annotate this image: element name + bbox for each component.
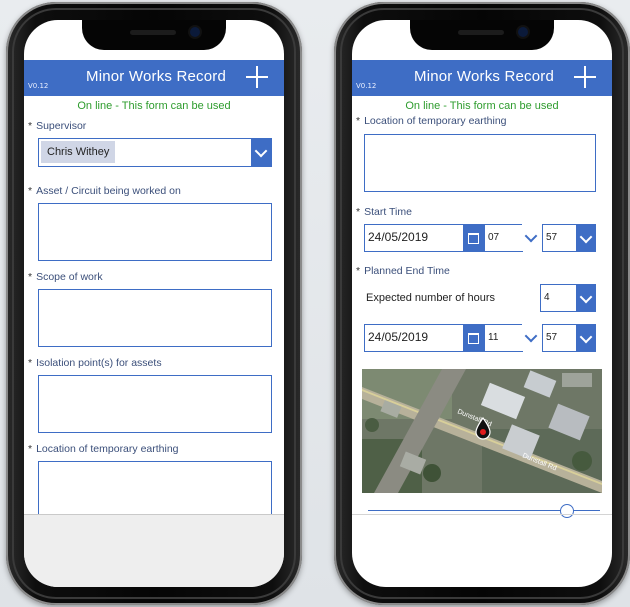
supervisor-dropdown[interactable]: Chris Withey xyxy=(38,138,272,167)
earthing-input[interactable] xyxy=(364,134,596,192)
asset-input[interactable] xyxy=(38,203,272,261)
end-minute-value: 57 xyxy=(546,332,558,343)
phone-notch xyxy=(82,20,226,50)
start-hour-dropdown[interactable]: 07 xyxy=(484,224,523,252)
end-hour-dropdown[interactable]: 11 xyxy=(484,324,523,352)
calendar-icon[interactable] xyxy=(463,225,483,251)
start-minute-value: 57 xyxy=(546,232,558,243)
phone-left: V0.12 Minor Works Record On line - This … xyxy=(6,2,302,605)
scope-input[interactable] xyxy=(38,289,272,347)
start-time-label: * Start Time xyxy=(356,206,412,218)
version-label: V0.12 xyxy=(28,82,49,90)
planned-end-label: * Planned End Time xyxy=(356,265,450,277)
start-minute-dropdown[interactable]: 57 xyxy=(542,224,577,252)
slider-thumb[interactable] xyxy=(560,504,574,518)
end-date-value: 24/05/2019 xyxy=(368,330,429,344)
page-title: Minor Works Record xyxy=(414,68,555,85)
divider xyxy=(352,514,612,515)
calendar-icon[interactable] xyxy=(463,325,483,351)
asset-label: * Asset / Circuit being worked on xyxy=(28,185,181,197)
start-date-value: 24/05/2019 xyxy=(368,230,429,244)
status-text: On line - This form can be used xyxy=(77,100,231,112)
supervisor-value: Chris Withey xyxy=(41,141,116,163)
plus-icon[interactable] xyxy=(574,66,596,88)
end-hour-value: 11 xyxy=(488,332,499,343)
app-header: V0.12 Minor Works Record xyxy=(24,60,284,96)
chevron-down-icon[interactable] xyxy=(522,224,540,250)
phone-screen: V0.12 Minor Works Record On line - This … xyxy=(24,20,284,587)
chevron-down-icon[interactable] xyxy=(576,284,596,312)
phone-notch xyxy=(410,20,554,50)
isolation-label: * Isolation point(s) for assets xyxy=(28,357,162,369)
start-hour-value: 07 xyxy=(488,232,500,243)
expected-hours-dropdown[interactable]: 4 xyxy=(540,284,577,312)
earthing-input[interactable] xyxy=(38,461,272,515)
isolation-input[interactable] xyxy=(38,375,272,433)
location-map[interactable]: Dunstall Rd Dunstall Rd xyxy=(362,369,602,493)
footer-area xyxy=(24,514,284,587)
end-date-picker[interactable]: 24/05/2019 xyxy=(364,324,484,352)
start-date-picker[interactable]: 24/05/2019 xyxy=(364,224,484,252)
expected-hours-label: Expected number of hours xyxy=(366,292,496,304)
end-minute-dropdown[interactable]: 57 xyxy=(542,324,577,352)
phone-screen: V0.12 Minor Works Record On line - This … xyxy=(352,20,612,587)
page-title: Minor Works Record xyxy=(86,68,227,85)
chevron-down-icon[interactable] xyxy=(251,139,271,166)
version-label: V0.12 xyxy=(356,82,377,90)
phone-right: V0.12 Minor Works Record On line - This … xyxy=(334,2,630,605)
plus-icon[interactable] xyxy=(246,66,268,88)
chevron-down-icon[interactable] xyxy=(576,224,596,252)
expected-hours-value: 4 xyxy=(544,292,550,303)
earthing-label: * Location of temporary earthing xyxy=(356,115,507,127)
supervisor-label: * Supervisor xyxy=(28,120,87,132)
map-pin-icon[interactable] xyxy=(474,416,492,441)
earthing-label: * Location of temporary earthing xyxy=(28,443,179,455)
app-header: V0.12 Minor Works Record xyxy=(352,60,612,96)
chevron-down-icon[interactable] xyxy=(522,324,540,350)
status-text: On line - This form can be used xyxy=(405,100,559,112)
scope-label: * Scope of work xyxy=(28,271,103,283)
chevron-down-icon[interactable] xyxy=(576,324,596,352)
